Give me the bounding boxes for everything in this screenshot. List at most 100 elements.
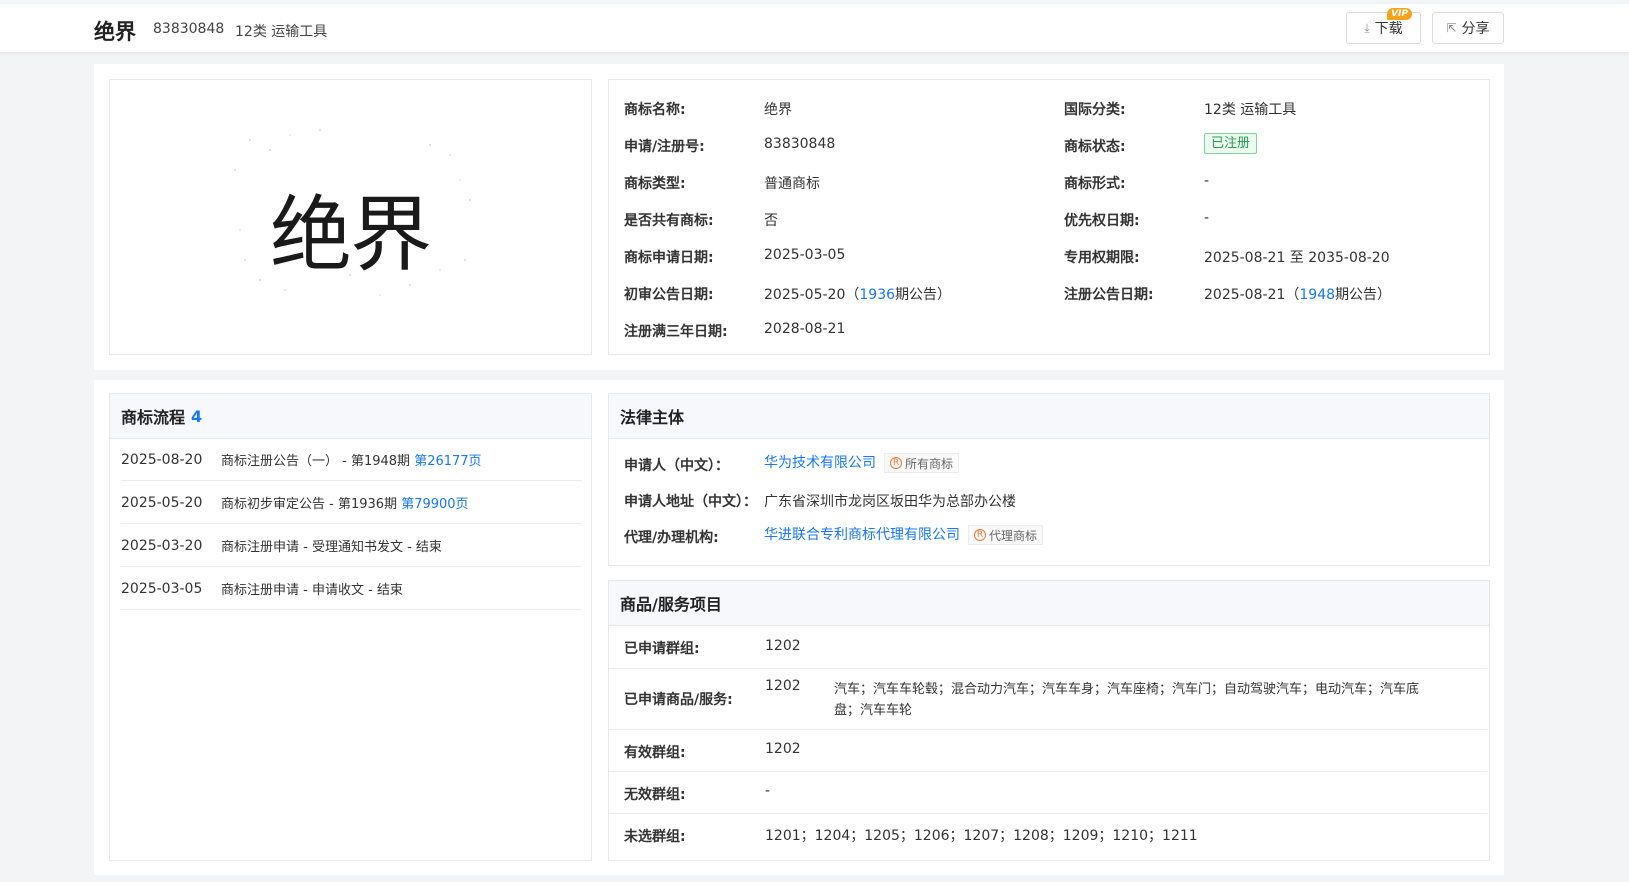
legal-header: 法律主体 [609,394,1489,439]
label: 有效群组: [624,745,686,761]
value: 1202 [765,638,801,654]
flow-text: 商标注册公告（一） - 第1948期 [221,454,415,469]
flow-date: 2025-08-20 [121,451,203,468]
paren: （ [1285,287,1300,303]
value: 1201；1204；1205；1206；1207；1208；1209；1210；… [765,828,1198,844]
flow-text: 商标注册申请 - 受理通知书发文 - 结束 [221,540,442,555]
value: 12类 运输工具 [1204,102,1297,118]
value: - [1204,210,1210,226]
label: 已申请群组: [624,641,700,657]
label: 申请/注册号: [624,139,705,155]
goods-box: 商品/服务项目 已申请群组: 1202 已申请商品/服务: 1202 汽车；汽车… [608,580,1490,861]
goods-list: 汽车；汽车车轮毂；混合动力汽车；汽车车身；汽车座椅；汽车门；自动驾驶汽车；电动汽… [834,679,1474,721]
page-title: 绝界 [94,20,136,44]
label: 代理/办理机构: [624,530,719,546]
label: 初审公告日期: [624,287,714,303]
value: 2025-05-20（1936期公告） [764,284,951,304]
flow-item: 2025-03-20 商标注册申请 - 受理通知书发文 - 结束 [121,525,582,567]
top-bar: 绝界 83830848 12类 运输工具 ⤓ 下载 VIP ⇱ 分享 [0,4,1629,53]
registered-icon: R [890,457,902,469]
label: 商标类型: [624,176,686,192]
flow-count: 4 [191,406,203,426]
legal-title: 法律主体 [620,408,685,427]
value: 2028-08-21 [764,321,846,337]
flow-date: 2025-03-20 [121,537,203,554]
header-reg-no: 83830848 [153,21,225,37]
group-value: 1202 [765,678,801,694]
download-button[interactable]: ⤓ 下载 VIP [1346,8,1421,44]
row-applied-group: 已申请群组: 1202 [609,626,1487,669]
value: 2025-03-05 [764,247,846,263]
flow-date: 2025-05-20 [121,494,203,511]
row-invalid-group: 无效群组: - [609,772,1487,814]
trademark-image-text: 绝界 [270,188,432,283]
label: 未选群组: [624,829,686,845]
label: 专用权期限: [1064,250,1140,266]
header-class: 12类 运输工具 [235,24,328,40]
label: 申请人（中文）： [624,458,729,474]
flow-text: 商标注册申请 - 申请收文 - 结束 [221,583,403,598]
label: 国际分类: [1064,102,1126,118]
value: 83830848 [764,136,836,152]
goods-title: 商品/服务项目 [620,595,722,614]
info-box: 商标名称: 绝界 国际分类: 12类 运输工具 申请/注册号: 83830848… [608,79,1490,355]
tag-label: 所有商标 [905,456,954,471]
label: 申请人地址（中文）： [624,494,757,510]
issue-link[interactable]: 1936 [859,287,895,303]
vip-badge: VIP [1387,8,1412,20]
download-label: 下载 [1374,21,1403,37]
label: 已申请商品/服务: [624,692,733,708]
all-marks-tag[interactable]: R 所有商标 [884,453,960,473]
label: 注册满三年日期: [624,324,728,340]
value: - [765,783,771,799]
value: 绝界 [764,102,792,118]
legal-box: 法律主体 申请人（中文）： 华为技术有限公司 R 所有商标 申请人地址（中文）： 广… [608,393,1490,566]
label: 商标形式: [1064,176,1126,192]
date: 2025-08-21 [1204,287,1286,303]
agent-marks-tag[interactable]: R 代理商标 [968,525,1044,545]
status-badge: 已注册 [1204,133,1258,154]
flow-item: 2025-03-05 商标注册申请 - 申请收文 - 结束 [121,568,582,610]
value: 广东省深圳市龙岗区坂田华为总部办公楼 [764,494,1016,510]
goods-line: 汽车；汽车车轮毂；混合动力汽车；汽车车身；汽车座椅；汽车门；自动驾驶汽车；电动汽… [834,682,1420,697]
tag-label: 代理商标 [989,528,1038,543]
flow-header: 商标流程 4 [110,394,591,439]
issue-link[interactable]: 1948 [1299,287,1335,303]
flow-date: 2025-03-05 [121,580,203,597]
row-unselected-group: 未选群组: 1201；1204；1205；1206；1207；1208；1209… [609,814,1487,860]
label: 商标申请日期: [624,250,714,266]
value: 否 [764,213,778,229]
value: - [1204,173,1210,189]
share-label: 分享 [1461,21,1490,37]
flow-text: 商标初步审定公告 - 第1936期 [221,497,402,512]
agent-link[interactable]: 华进联合专利商标代理有限公司 [764,527,960,543]
overview-panel: 绝界 商标名称: 绝界 国际分类: 12类 运输工具 申请/注册号: 83830… [94,64,1504,370]
value: 1202 [765,741,801,757]
value: 普通商标 [764,176,820,192]
trademark-image: 绝界 [109,79,592,355]
goods-line: 盘；汽车车轮 [834,703,913,718]
flow-box: 商标流程 4 2025-08-20 商标注册公告（一） - 第1948期 第26… [109,393,592,861]
suffix: 期公告） [1335,287,1392,303]
registered-icon: R [974,529,986,541]
row-valid-group: 有效群组: 1202 [609,730,1487,772]
download-icon: ⤓ [1364,20,1370,35]
date: 2025-05-20 [764,287,846,303]
label: 商标名称: [624,102,686,118]
suffix: 期公告） [895,287,952,303]
share-icon: ⇱ [1446,21,1457,35]
label: 注册公告日期: [1064,287,1154,303]
goods-header: 商品/服务项目 [609,581,1489,626]
flow-item: 2025-05-20 商标初步审定公告 - 第1936期 第79900页 [121,482,582,524]
share-button[interactable]: ⇱ 分享 [1432,12,1504,44]
flow-page-link[interactable]: 第79900页 [401,497,468,512]
label: 商标状态: [1064,139,1126,155]
value: 2025-08-21（1948期公告） [1204,284,1391,304]
paren: （ [845,287,860,303]
applicant-link[interactable]: 华为技术有限公司 [764,455,876,471]
flow-title: 商标流程 [121,408,186,427]
row-applied-goods: 已申请商品/服务: 1202 汽车；汽车车轮毂；混合动力汽车；汽车车身；汽车座椅… [609,669,1487,730]
label: 优先权日期: [1064,213,1140,229]
flow-item: 2025-08-20 商标注册公告（一） - 第1948期 第26177页 [121,439,582,481]
flow-page-link[interactable]: 第26177页 [414,454,481,469]
